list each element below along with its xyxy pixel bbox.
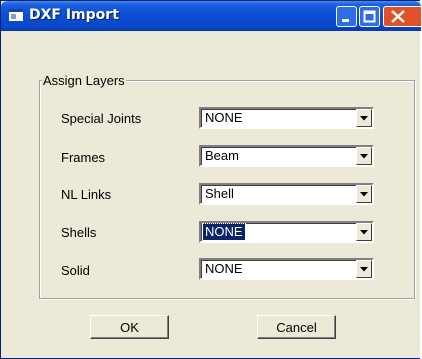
combo-value: Beam (205, 148, 239, 163)
solid-label: Solid (61, 263, 90, 278)
groupbox-title: Assign Layers (42, 73, 126, 88)
title-bar[interactable]: DXF Import (1, 1, 421, 31)
ok-button[interactable]: OK (90, 315, 169, 339)
dropdown-button[interactable] (356, 223, 372, 241)
close-button[interactable] (383, 6, 421, 27)
frames-label: Frames (61, 150, 106, 165)
combo-value: NONE (202, 223, 246, 241)
special-joints-label: Special Joints (61, 111, 142, 126)
dropdown-button[interactable] (356, 185, 372, 203)
combo-value: NONE (205, 261, 243, 276)
minimize-icon (342, 19, 349, 22)
chevron-down-icon (360, 192, 368, 197)
shells-label: Shells (61, 225, 97, 240)
nl-links-combo[interactable]: Shell (199, 183, 374, 205)
window-app-icon[interactable] (9, 9, 23, 21)
chevron-down-icon (360, 154, 368, 159)
window-title: DXF Import (29, 7, 119, 23)
chevron-down-icon (360, 230, 368, 235)
dropdown-button[interactable] (356, 147, 372, 165)
maximize-icon (363, 10, 376, 23)
chevron-down-icon (360, 267, 368, 272)
dropdown-button[interactable] (356, 109, 372, 127)
close-icon (391, 10, 405, 23)
maximize-button[interactable] (359, 6, 380, 27)
solid-combo[interactable]: NONE (199, 258, 374, 280)
chevron-down-icon (360, 116, 368, 121)
dropdown-button[interactable] (356, 260, 372, 278)
dxf-import-dialog: DXF Import Assign Layers Special Joints … (0, 0, 421, 359)
frames-combo[interactable]: Beam (199, 145, 374, 167)
special-joints-combo[interactable]: NONE (199, 107, 374, 129)
minimize-button[interactable] (336, 6, 357, 27)
cancel-button[interactable]: Cancel (257, 315, 336, 339)
shells-combo[interactable]: NONE (199, 221, 374, 243)
combo-value: NONE (205, 110, 243, 125)
nl-links-label: NL Links (61, 187, 112, 202)
combo-value: Shell (205, 186, 234, 201)
